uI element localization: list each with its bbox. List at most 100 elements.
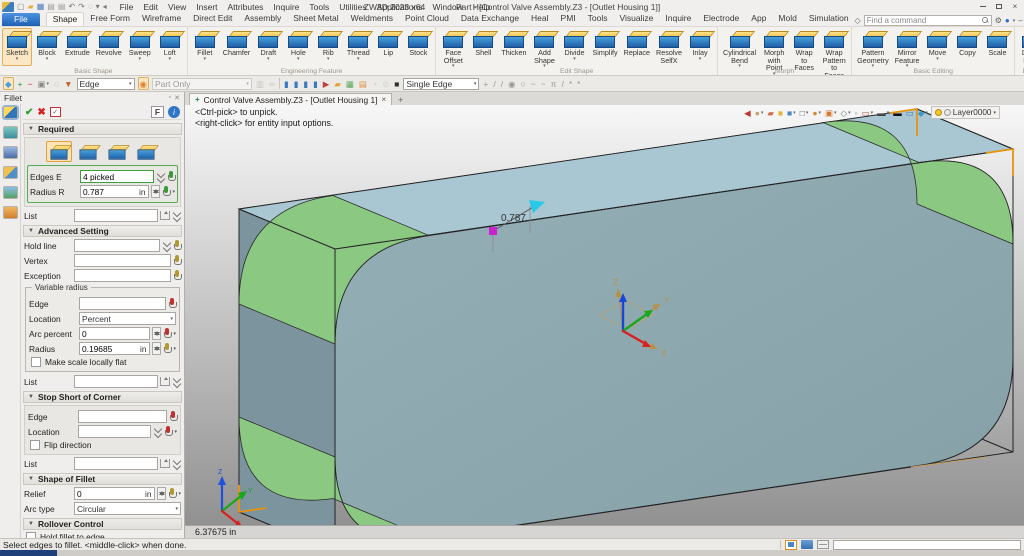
- ribbon-tab-visualize[interactable]: Visualize: [614, 12, 660, 26]
- ribbon-button-face-offset[interactable]: Face Offset▾: [438, 28, 468, 70]
- vr-radius-spinner[interactable]: [152, 342, 161, 355]
- ribbon-button-lip[interactable]: Lip: [373, 28, 403, 66]
- caret-down-icon[interactable]: ▾: [173, 331, 176, 337]
- fillet-type-loop-button[interactable]: [75, 141, 101, 162]
- ribbon-tab-wireframe[interactable]: Wireframe: [136, 12, 187, 26]
- mic-icon[interactable]: [173, 270, 181, 282]
- make-scale-flat-checkbox[interactable]: Make scale locally flat: [31, 357, 174, 367]
- ribbon-button-chamfer[interactable]: Chamfer: [220, 28, 254, 66]
- ribbon-button-resolve-selfx[interactable]: Resolve SelfX: [653, 28, 685, 70]
- ribbon-button-divide[interactable]: Divide▾: [559, 28, 589, 70]
- ss-edge-input[interactable]: [78, 410, 167, 423]
- section-required[interactable]: ▼Required: [23, 123, 182, 135]
- mic-icon[interactable]: [163, 343, 171, 355]
- mic-icon[interactable]: [169, 411, 177, 423]
- picture-icon[interactable]: ▦: [345, 77, 355, 90]
- redo-icon[interactable]: ↷: [78, 2, 85, 12]
- snap-star2-icon[interactable]: *: [576, 77, 581, 90]
- ribbon-tab-point-cloud[interactable]: Point Cloud: [399, 12, 455, 26]
- section-view-icon[interactable]: ▣▾: [824, 106, 838, 119]
- arc-type-select[interactable]: Circular▾: [74, 502, 181, 515]
- ribbon-button-simplify[interactable]: Simplify: [589, 28, 620, 70]
- 3d-viewport[interactable]: <Ctrl-pick> to unpick. <right-click> for…: [185, 105, 1024, 538]
- wireframe-cube-icon[interactable]: □▾: [799, 106, 810, 119]
- pan-view-icon[interactable]: ▬▾: [876, 106, 890, 119]
- mic-icon[interactable]: [163, 328, 171, 340]
- menu-file[interactable]: File: [115, 2, 139, 12]
- filter-edge-1-icon[interactable]: ▮: [283, 77, 290, 90]
- save-icon[interactable]: ▦: [37, 2, 45, 12]
- pick-mode-select[interactable]: Single Edge▾: [403, 78, 479, 90]
- close-button[interactable]: ×: [1008, 1, 1022, 12]
- ribbon-button-sketch[interactable]: Sketch▾: [2, 28, 32, 66]
- apply-button[interactable]: ✓: [50, 107, 61, 117]
- mic-icon[interactable]: [167, 171, 175, 183]
- mic-icon[interactable]: [173, 240, 181, 252]
- brush-icon[interactable]: ▰: [766, 106, 775, 119]
- no-pick-icon[interactable]: ⊘: [381, 77, 390, 90]
- menu-edit[interactable]: Edit: [138, 2, 163, 12]
- section-shape-of-fillet[interactable]: ▼Shape of Fillet: [23, 473, 182, 485]
- menu-utilities[interactable]: Utilities: [334, 2, 371, 12]
- status-input[interactable]: [833, 540, 1021, 550]
- shade-edge-icon[interactable]: ■▾: [786, 106, 797, 119]
- ribbon-button-copy[interactable]: Copy: [952, 28, 982, 70]
- ribbon-button-stock[interactable]: Stock: [403, 28, 433, 66]
- snap-slash-icon[interactable]: /: [560, 77, 564, 90]
- find-command-box[interactable]: Find a command: [864, 15, 992, 26]
- mic-icon[interactable]: [168, 298, 176, 310]
- snap-pi-icon[interactable]: π: [550, 77, 558, 90]
- exit-input-icon[interactable]: ◀: [743, 106, 752, 119]
- export-list-icon[interactable]: [160, 211, 170, 220]
- ribbon-tab-direct-edit[interactable]: Direct Edit: [187, 12, 238, 26]
- visual-manager-icon[interactable]: [3, 186, 18, 199]
- regen-icon[interactable]: ◌: [88, 2, 93, 12]
- menu-insert[interactable]: Insert: [191, 2, 222, 12]
- view-orient-icon[interactable]: ◇▾: [840, 106, 852, 119]
- ribbon-tab-mold[interactable]: Mold: [772, 12, 802, 26]
- ribbon-button-block[interactable]: Block▾: [32, 28, 62, 66]
- ribbon-button-datum-plane[interactable]: Datum Plane▾: [1017, 28, 1024, 70]
- new-file-icon[interactable]: ▢: [17, 2, 25, 12]
- menu-inquire[interactable]: Inquire: [268, 2, 304, 12]
- restore-button[interactable]: [992, 1, 1006, 12]
- snap-all-icon[interactable]: +: [482, 77, 489, 90]
- ribbon-minimize-icon[interactable]: –: [1018, 16, 1022, 25]
- solid-manager-icon[interactable]: [3, 166, 18, 179]
- split-window-icon[interactable]: [817, 540, 829, 549]
- pick-last-icon[interactable]: ▣▾: [36, 77, 50, 90]
- menu-attributes[interactable]: Attributes: [223, 2, 269, 12]
- vr-location-select[interactable]: Percent▾: [79, 312, 176, 325]
- filter-f-button[interactable]: F: [151, 106, 164, 118]
- menu-applications[interactable]: Applications: [372, 2, 428, 12]
- ribbon-tab-shape[interactable]: Shape: [46, 12, 85, 26]
- redo-pick-icon[interactable]: ▶: [322, 77, 331, 90]
- qat-caret-icon[interactable]: ▾: [96, 2, 100, 12]
- menu-view[interactable]: View: [163, 2, 191, 12]
- ribbon-tab-free-form[interactable]: Free Form: [84, 12, 136, 26]
- section-advanced-setting[interactable]: ▼Advanced Setting: [23, 225, 182, 237]
- menu-tools[interactable]: Tools: [304, 2, 334, 12]
- ribbon-tab-inquire[interactable]: Inquire: [659, 12, 697, 26]
- open-icon[interactable]: ▰: [28, 2, 34, 12]
- exception-input[interactable]: [74, 269, 171, 282]
- pick-hand-icon[interactable]: ●▾: [754, 106, 765, 119]
- pick-tree-icon[interactable]: ◆: [3, 77, 14, 90]
- mic-icon[interactable]: [164, 426, 172, 438]
- history-clock-icon[interactable]: ◔: [371, 77, 378, 90]
- list-input[interactable]: [74, 457, 158, 470]
- info-button[interactable]: i: [168, 106, 180, 118]
- filter-edge-3-icon[interactable]: ▮: [302, 77, 309, 90]
- layer-select[interactable]: Layer0000 ▾: [931, 106, 1000, 119]
- ribbon-tab-sheet-metal[interactable]: Sheet Metal: [287, 12, 344, 26]
- list-input[interactable]: [74, 209, 158, 222]
- snap-curve-icon[interactable]: ~: [530, 77, 537, 90]
- ribbon-tab-electrode[interactable]: Electrode: [697, 12, 745, 26]
- bulb-icon[interactable]: [935, 109, 942, 116]
- monitor-icon[interactable]: [801, 540, 813, 549]
- gear-icon[interactable]: ⚙: [995, 16, 1002, 25]
- help-caret-icon[interactable]: ▾: [1013, 18, 1016, 24]
- caret-down-icon[interactable]: ▾: [172, 189, 175, 195]
- ribbon-tab-data-exchange[interactable]: Data Exchange: [455, 12, 525, 26]
- expand-chevrons-icon[interactable]: [172, 377, 181, 387]
